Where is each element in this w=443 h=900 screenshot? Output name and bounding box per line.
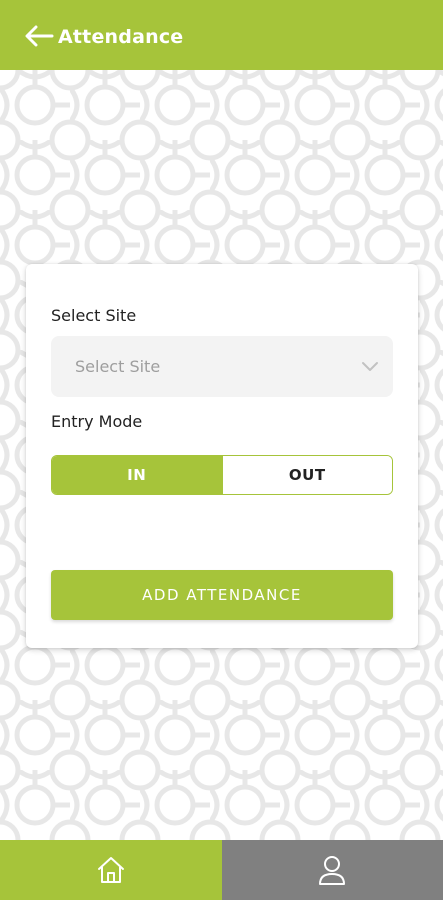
entry-mode-label: Entry Mode [51,412,143,431]
entry-mode-in-button[interactable]: IN [52,456,222,494]
entry-mode-toggle: IN OUT [51,455,393,495]
app-bar: Attendance [0,0,443,70]
bottom-navigation [0,840,443,900]
add-attendance-button[interactable]: ADD ATTENDANCE [51,570,393,620]
back-button[interactable] [22,22,56,50]
entry-mode-out-button[interactable]: OUT [221,456,392,494]
page-title: Attendance [58,26,184,48]
site-dropdown[interactable]: Select Site [51,336,393,397]
home-icon [97,857,124,883]
chevron-down-icon [362,362,378,371]
attendance-card: Select Site Select Site Entry Mode IN OU… [26,264,418,648]
arrow-left-icon [25,25,54,47]
site-dropdown-placeholder: Select Site [75,357,161,376]
select-site-label: Select Site [51,306,137,325]
user-icon [319,856,346,885]
nav-tab-home[interactable] [0,840,222,900]
nav-tab-profile[interactable] [221,840,443,900]
